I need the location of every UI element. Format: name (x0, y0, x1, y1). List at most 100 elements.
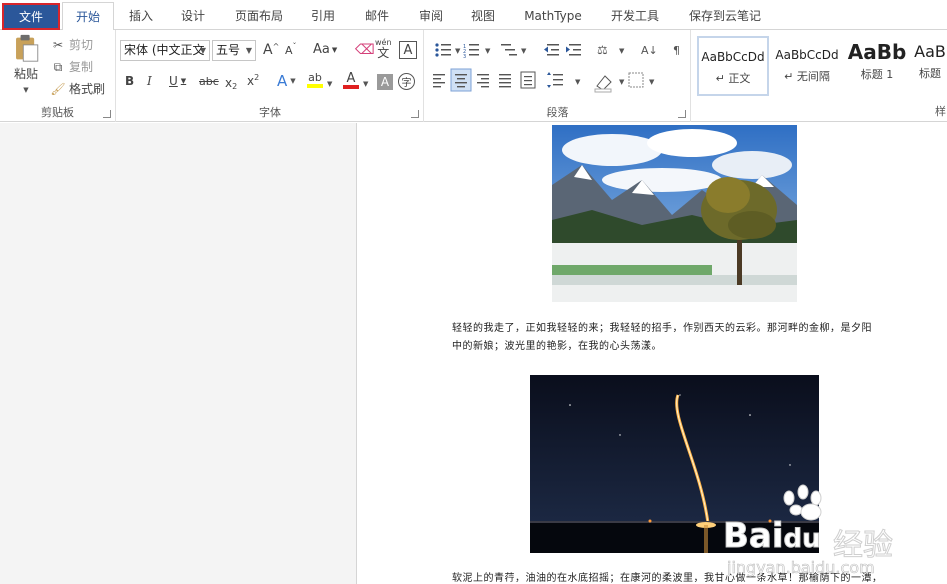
underline-button[interactable]: U ▼ (169, 74, 186, 88)
svg-text:▼: ▼ (485, 47, 491, 55)
font-color-icon: A (346, 71, 356, 86)
style-sample: AaBb (847, 40, 907, 64)
tab-insert[interactable]: 插入 (118, 2, 164, 30)
paragraph-launcher-icon[interactable] (678, 110, 686, 118)
style-name: 标题 1 (860, 68, 894, 81)
svg-text:3: 3 (463, 54, 466, 60)
superscript-mark: 2 (254, 72, 260, 82)
italic-icon: I (147, 74, 152, 88)
style-sample: AaBbCcDd (775, 48, 839, 62)
char-border-button[interactable]: A (399, 41, 417, 59)
font-size-select[interactable]: 五号 ▼ (212, 40, 256, 61)
cut-label: 剪切 (69, 38, 94, 52)
change-case-icon: Aa (313, 42, 330, 57)
svg-text:⚖: ⚖ (597, 43, 608, 57)
svg-text:▼: ▼ (455, 47, 461, 55)
subscript-icon: x (225, 75, 233, 90)
grow-font-button[interactable]: A ^ (263, 42, 279, 59)
font-name-select[interactable]: 宋体 (中文正文 ▼ (120, 40, 210, 61)
char-shading-icon: A (380, 75, 390, 89)
grow-font-icon: A (263, 42, 273, 58)
tab-references[interactable]: 引用 (300, 2, 346, 30)
highlight-button[interactable]: ab (307, 72, 323, 88)
tab-design[interactable]: 设计 (170, 2, 216, 30)
ribbon: 粘贴 ▼ ✂ 剪切 ⧉ 复制 🖌 格式刷 剪贴板 宋体 (中文正文 ▼ 五号 ▼… (0, 30, 947, 122)
char-shading-button[interactable]: A (377, 74, 393, 90)
style-no-spacing[interactable]: AaBbCcDd ↵ 无间隔 (771, 36, 843, 96)
tab-file[interactable]: 文件 (2, 3, 60, 30)
font-group: 宋体 (中文正文 ▼ 五号 ▼ A^ Aˇ Aa▼ ⌫ wén 文 A B (117, 30, 424, 122)
style-normal[interactable]: AaBbCcDd ↵ 正文 (697, 36, 769, 96)
italic-button[interactable]: I (147, 74, 152, 88)
underline-icon: U (169, 74, 178, 88)
bold-button[interactable]: B (125, 74, 134, 88)
font-name-value: 宋体 (中文正文 (124, 43, 205, 57)
superscript-button[interactable]: x2 (247, 72, 260, 89)
font-color-button[interactable]: A (343, 72, 359, 89)
strikethrough-icon: abc (199, 75, 219, 88)
paste-button[interactable]: 粘贴 ▼ (6, 34, 46, 98)
clipboard-launcher-icon[interactable] (103, 110, 111, 118)
text-effects-button[interactable]: A ▼ (277, 72, 296, 90)
superscript-icon: x (247, 74, 255, 88)
svg-text:▼: ▼ (649, 78, 655, 86)
paragraph-group: 123 ⚖ A↓ ¶ ▼ ▼ ▼ ▼ ▼ ▼ ▼ 段落 (425, 30, 691, 122)
subscript-mark: 2 (232, 82, 238, 91)
tab-cloud-note[interactable]: 保存到云笔记 (680, 2, 770, 30)
navigation-pane (0, 123, 357, 584)
phonetic-guide-button[interactable]: wén 文 (375, 38, 392, 60)
font-launcher-icon[interactable] (411, 110, 419, 118)
style-title[interactable]: AaB 标题 (913, 36, 947, 96)
style-name: ↵ 正文 (715, 72, 751, 85)
chevron-down-icon: ▼ (363, 80, 369, 88)
chevron-down-icon: ▼ (245, 46, 252, 55)
tab-mailings[interactable]: 邮件 (354, 2, 400, 30)
svg-text:▼: ▼ (575, 78, 581, 86)
enclose-char-button[interactable]: 字 (398, 73, 415, 90)
tab-view[interactable]: 视图 (460, 2, 506, 30)
subscript-button[interactable]: x2 (225, 74, 238, 92)
change-case-button[interactable]: Aa ▼ (313, 42, 337, 57)
highlight-icon: ab (308, 71, 322, 84)
copy-label: 复制 (69, 60, 94, 74)
shrink-font-button[interactable]: Aˇ (285, 42, 297, 57)
style-heading-1[interactable]: AaBb 标题 1 (845, 36, 909, 96)
pinyin-icon: 文 (377, 46, 390, 60)
scissors-icon: ✂ (52, 37, 64, 52)
copy-icon: ⧉ (53, 59, 63, 74)
style-sample: AaB (914, 42, 946, 61)
svg-text:▼: ▼ (521, 47, 527, 55)
bold-icon: B (125, 74, 135, 88)
paste-label: 粘贴 (13, 67, 38, 81)
copy-button[interactable]: ⧉ 复制 (50, 58, 93, 75)
format-painter-button[interactable]: 🖌 格式刷 (50, 80, 105, 97)
shrink-font-icon: A (285, 44, 293, 57)
baidu-watermark: Baidu 经验 jingyan.baidu.com (723, 478, 943, 584)
tab-layout[interactable]: 页面布局 (226, 2, 292, 30)
watermark-url: jingyan.baidu.com (727, 558, 875, 578)
paragraph-1-line-2: 中的新娘；波光里的艳影，在我的心头荡漾。 (452, 341, 662, 352)
ribbon-tabs: 文件 开始 插入 设计 页面布局 引用 邮件 审阅 视图 MathType 开发… (0, 0, 947, 31)
paragraph-1-line-1: 轻轻的我走了，正如我轻轻的来；我轻轻的招手，作别西天的云彩。那河畔的金柳，是夕阳 (452, 323, 872, 334)
tab-home[interactable]: 开始 (62, 2, 114, 31)
style-sample: AaBbCcDd (701, 50, 765, 64)
styles-group-label: 样 (935, 105, 946, 118)
chevron-down-icon: ▼ (327, 80, 333, 88)
brush-icon: 🖌 (50, 81, 66, 96)
tab-developer[interactable]: 开发工具 (600, 2, 670, 30)
chevron-down-icon: ▼ (199, 46, 206, 55)
enclose-char-icon: 字 (401, 78, 412, 89)
svg-text:▼: ▼ (619, 47, 625, 55)
tab-review[interactable]: 审阅 (408, 2, 454, 30)
clipboard-group: 粘贴 ▼ ✂ 剪切 ⧉ 复制 🖌 格式刷 剪贴板 (0, 30, 116, 122)
cut-button[interactable]: ✂ 剪切 (50, 36, 93, 53)
style-name: ↵ 无间隔 (784, 70, 830, 83)
document-page[interactable]: 轻轻的我走了，正如我轻轻的来；我轻轻的招手，作别西天的云彩。那河畔的金柳，是夕阳… (358, 123, 947, 584)
svg-text:▼: ▼ (619, 78, 625, 86)
font-group-label: 字体 (259, 106, 281, 119)
tab-mathtype[interactable]: MathType (516, 2, 590, 30)
strikethrough-button[interactable]: abc (199, 75, 219, 88)
landscape-image[interactable] (552, 125, 797, 302)
char-border-icon: A (403, 42, 413, 58)
clear-format-button[interactable]: ⌫ (355, 42, 375, 58)
